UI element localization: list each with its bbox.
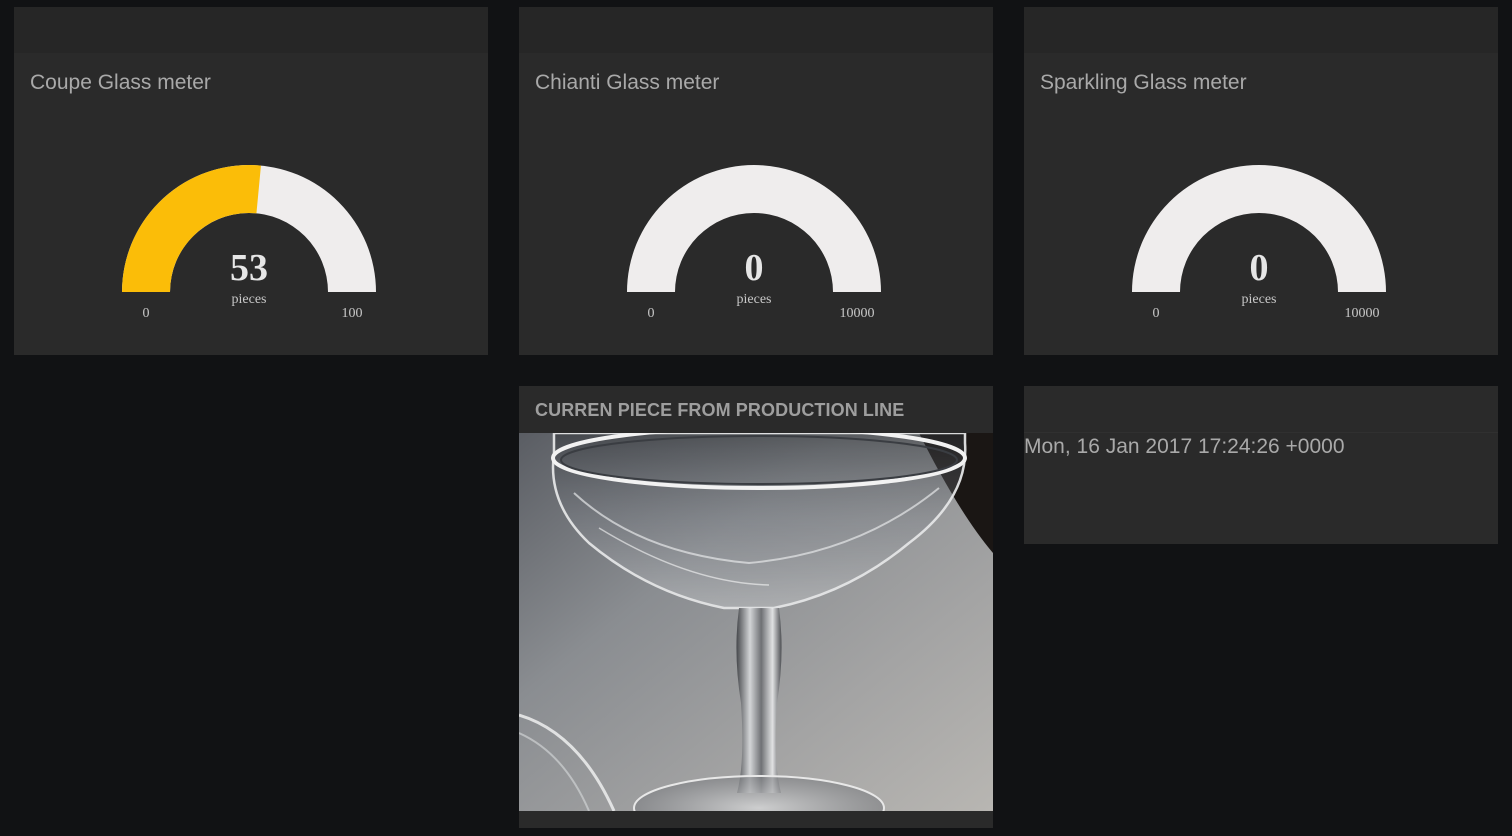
glass-illustration — [519, 433, 993, 811]
image-panel-header: CURREN PIECE FROM PRODUCTION LINE — [519, 386, 993, 433]
gauge-sparkling: 0 pieces 0 10000 — [1132, 165, 1386, 321]
gauge-panel-sparkling: Sparkling Glass meter 0 pieces 0 10000 — [1024, 7, 1498, 355]
gauge-coupe: 53 pieces 0 100 — [122, 165, 376, 321]
timestamp-text: Mon, 16 Jan 2017 17:24:26 +0000 — [1024, 435, 1345, 458]
gauge-panel-coupe: Coupe Glass meter 53 pieces 0 100 — [14, 7, 488, 355]
gauge-unit: pieces — [737, 292, 772, 307]
image-panel: CURREN PIECE FROM PRODUCTION LINE — [519, 386, 993, 828]
gauge-panel-chianti: Chianti Glass meter 0 pieces 0 10000 — [519, 7, 993, 355]
gauge-chianti: 0 pieces 0 10000 — [627, 165, 881, 321]
panel-divider — [1024, 432, 1498, 433]
timestamp-panel: Mon, 16 Jan 2017 17:24:26 +0000 — [1024, 386, 1498, 544]
image-panel-title: CURREN PIECE FROM PRODUCTION LINE — [535, 400, 905, 420]
gauge-max-label: 10000 — [840, 306, 875, 321]
gauge-value: 53 — [230, 247, 268, 289]
gauge-min-label: 0 — [143, 306, 150, 321]
coupe-glass-photo — [519, 433, 993, 811]
gauge-min-label: 0 — [648, 306, 655, 321]
gauge-unit: pieces — [1242, 292, 1277, 307]
gauge-max-label: 100 — [342, 306, 363, 321]
gauge-value: 0 — [745, 247, 764, 289]
gauge-unit: pieces — [232, 292, 267, 307]
gauge-min-label: 0 — [1153, 306, 1160, 321]
gauge-max-label: 10000 — [1345, 306, 1380, 321]
gauge-value: 0 — [1250, 247, 1269, 289]
